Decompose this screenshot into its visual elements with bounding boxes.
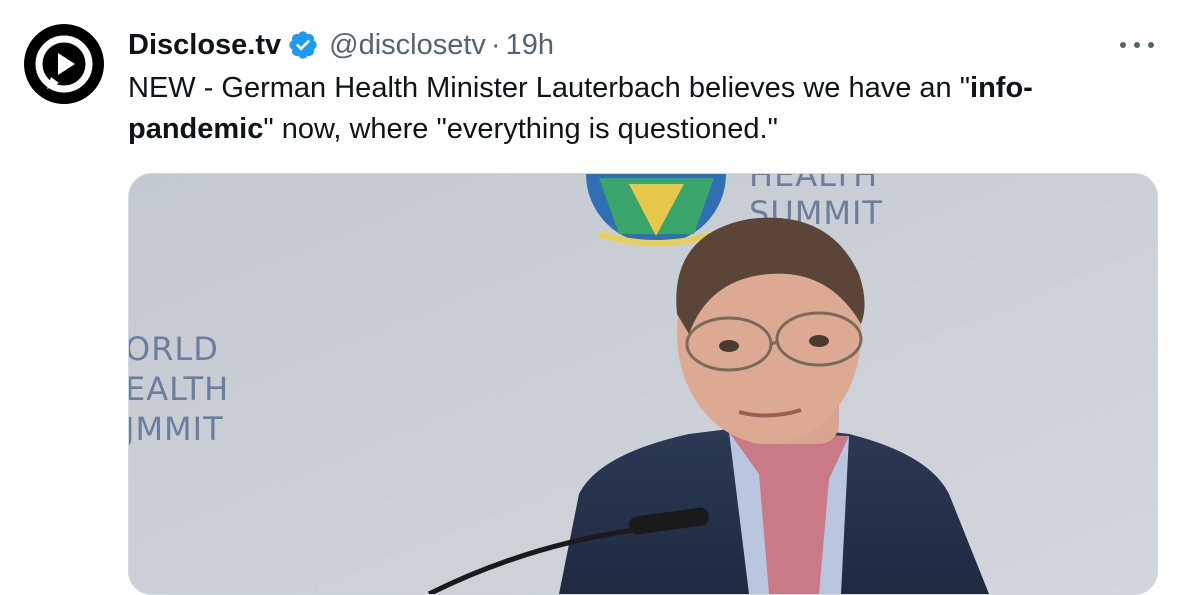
tweet-media-video[interactable]: HEALTH SUMMIT ORLD EALTH JMMIT	[128, 173, 1158, 595]
author-name[interactable]: Disclose.tv	[128, 29, 281, 62]
separator-dot: ·	[490, 28, 501, 61]
post-time[interactable]: 19h	[506, 29, 554, 62]
avatar[interactable]	[24, 24, 104, 104]
more-options-icon[interactable]	[1120, 30, 1154, 60]
watermark-left-1: ORLD	[129, 330, 219, 368]
tweet-text: NEW - German Health Minister Lauterbach …	[128, 68, 1118, 150]
watermark-top-1: HEALTH	[749, 174, 878, 194]
more-dot	[1120, 42, 1126, 48]
tweet-header: Disclose.tv @disclosetv · 19h	[128, 26, 554, 64]
tweet-text-part-2: " now, where "everything is questioned."	[263, 113, 778, 145]
author-handle[interactable]: @disclosetv	[329, 29, 486, 62]
tweet-text-part-1: NEW - German Health Minister Lauterbach …	[128, 72, 971, 104]
watermark-left-2: EALTH	[129, 370, 229, 408]
video-frame: HEALTH SUMMIT ORLD EALTH JMMIT	[129, 174, 1157, 594]
more-dot	[1148, 42, 1154, 48]
watermark-left-3: JMMIT	[129, 410, 224, 448]
tweet-text-bold-1: info-	[970, 72, 1033, 104]
more-dot	[1134, 42, 1140, 48]
verified-badge-icon	[289, 31, 317, 59]
disclose-logo-icon	[35, 35, 93, 93]
tweet-text-bold-2: pandemic	[128, 113, 264, 145]
